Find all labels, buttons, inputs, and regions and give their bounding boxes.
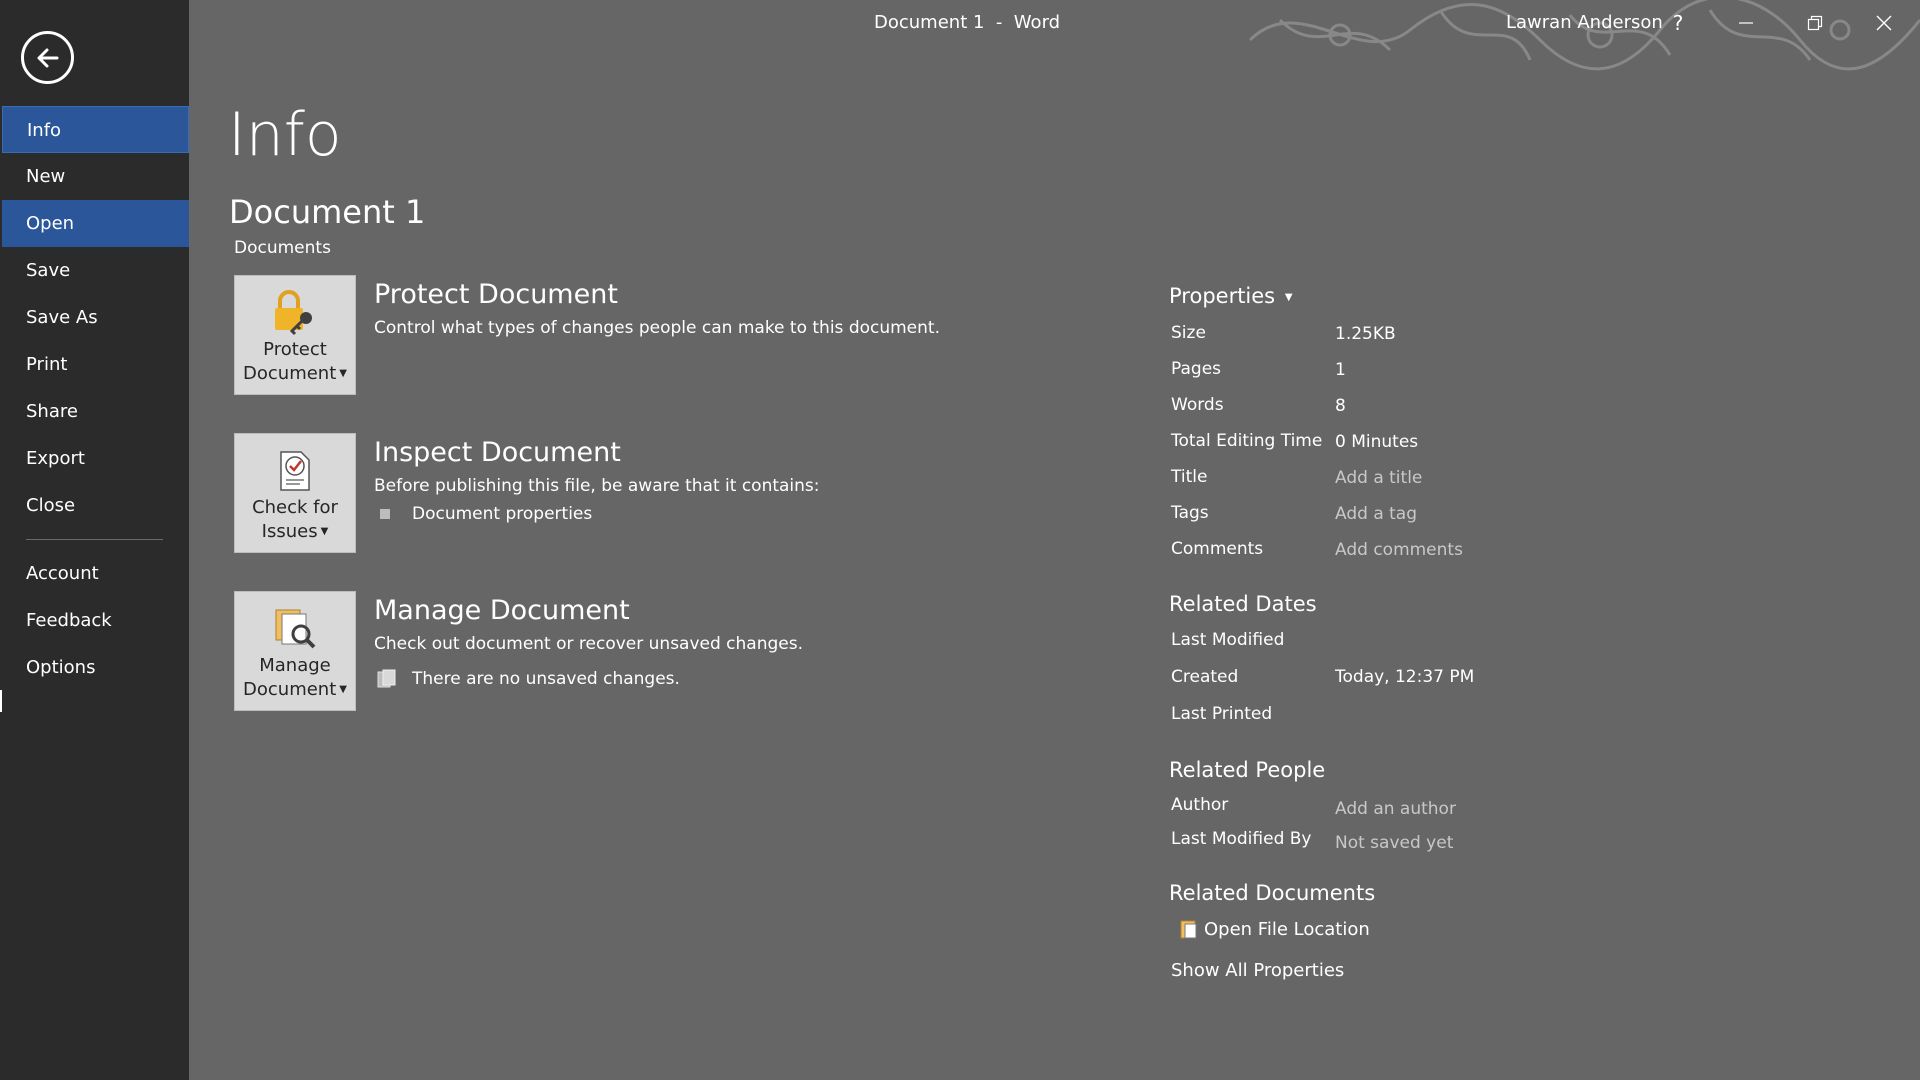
show-all-properties-link[interactable]: Show All Properties xyxy=(1171,960,1344,981)
inspect-bullet: Document properties xyxy=(380,504,592,524)
properties-header: Properties xyxy=(1169,284,1276,308)
help-button[interactable]: ? xyxy=(1661,8,1695,38)
size-value: 1.25KB xyxy=(1335,324,1396,344)
text-cursor xyxy=(0,690,2,712)
bullet-icon xyxy=(380,509,390,519)
tags-label: Tags xyxy=(1171,503,1209,523)
checklist-icon xyxy=(280,451,310,491)
pages-label: Pages xyxy=(1171,359,1222,379)
title-field[interactable]: Add a title xyxy=(1335,468,1422,488)
size-label: Size xyxy=(1171,323,1206,343)
protect-document-button[interactable]: Protect Document ▼ xyxy=(234,275,356,395)
restore-icon xyxy=(1807,15,1823,31)
restore-button[interactable] xyxy=(1798,8,1832,38)
nav-item-save-as[interactable]: Save As xyxy=(0,294,189,341)
chevron-down-icon: ▼ xyxy=(339,368,347,379)
chevron-down-icon: ▼ xyxy=(339,684,347,695)
protect-tile-line1: Protect xyxy=(263,339,327,360)
editing-time-label: Total Editing Time xyxy=(1171,431,1323,451)
comments-label: Comments xyxy=(1171,539,1264,559)
open-file-location-link[interactable]: Open File Location xyxy=(1178,918,1370,940)
inspect-tile-line1: Check for xyxy=(252,497,338,518)
nav-item-feedback[interactable]: Feedback xyxy=(0,597,189,644)
document-location[interactable]: Documents xyxy=(234,238,331,258)
manage-tile-line1: Manage xyxy=(259,655,331,676)
pages-value: 1 xyxy=(1335,360,1346,380)
author-label: Author xyxy=(1171,795,1229,815)
created-label: Created xyxy=(1171,667,1239,687)
nav-item-open[interactable]: Open xyxy=(2,200,189,247)
related-people-header: Related People xyxy=(1169,758,1326,782)
manage-document-button[interactable]: Manage Document ▼ xyxy=(234,591,356,711)
last-printed-label: Last Printed xyxy=(1171,704,1273,724)
help-icon: ? xyxy=(1672,11,1684,35)
open-file-location-label: Open File Location xyxy=(1204,918,1370,940)
lock-key-icon xyxy=(275,290,312,336)
author-field[interactable]: Add an author xyxy=(1335,799,1456,819)
words-label: Words xyxy=(1171,395,1224,415)
protect-tile-line2: Document xyxy=(243,363,337,384)
nav-item-new[interactable]: New xyxy=(0,153,189,200)
related-dates-header: Related Dates xyxy=(1169,592,1317,616)
manage-bullet-text: There are no unsaved changes. xyxy=(412,669,680,689)
close-icon xyxy=(1876,15,1892,31)
manage-document-description: Check out document or recover unsaved ch… xyxy=(374,634,804,654)
nav-item-info[interactable]: Info xyxy=(2,106,189,153)
window-title: Document 1 - Word xyxy=(874,12,1061,33)
protect-document-title: Protect Document xyxy=(374,279,618,310)
properties-dropdown[interactable]: Properties ▼ xyxy=(1169,284,1293,308)
close-window-button[interactable] xyxy=(1867,8,1901,38)
title-label: Title xyxy=(1171,467,1208,487)
folder-document-icon xyxy=(1180,920,1197,939)
chevron-down-icon: ▼ xyxy=(1284,291,1293,303)
last-modified-by-value: Not saved yet xyxy=(1335,833,1454,853)
editing-time-value: 0 Minutes xyxy=(1335,432,1419,452)
inspect-document-description: Before publishing this file, be aware th… xyxy=(374,476,820,496)
arrow-left-icon xyxy=(37,48,58,67)
signed-in-user[interactable]: Lawran Anderson xyxy=(1506,12,1663,33)
protect-document-description: Control what types of changes people can… xyxy=(374,318,940,338)
documents-icon xyxy=(377,669,396,688)
nav-item-share[interactable]: Share xyxy=(0,388,189,435)
created-value: Today, 12:37 PM xyxy=(1335,667,1475,687)
nav-item-close[interactable]: Close xyxy=(0,482,189,529)
nav-item-options[interactable]: Options xyxy=(0,644,189,691)
manage-document-title: Manage Document xyxy=(374,595,630,626)
last-modified-label: Last Modified xyxy=(1171,630,1285,650)
last-modified-by-label: Last Modified By xyxy=(1171,829,1312,849)
inspect-document-title: Inspect Document xyxy=(374,437,621,468)
inspect-tile-line2: Issues xyxy=(261,521,318,542)
inspect-bullet-text: Document properties xyxy=(412,504,593,524)
manage-bullet: There are no unsaved changes. xyxy=(376,668,680,690)
nav-item-save[interactable]: Save xyxy=(0,247,189,294)
document-name: Document 1 xyxy=(229,193,426,231)
manage-tile-line2: Document xyxy=(243,679,337,700)
related-documents-header: Related Documents xyxy=(1169,881,1376,905)
nav-item-print[interactable]: Print xyxy=(0,341,189,388)
backstage-sidebar: Info New Open Save Save As Print Share E… xyxy=(0,0,189,1080)
backstage-nav: Info New Open Save Save As Print Share E… xyxy=(0,106,189,691)
words-value: 8 xyxy=(1335,396,1346,416)
nav-item-account[interactable]: Account xyxy=(0,550,189,597)
back-button[interactable] xyxy=(21,31,74,84)
nav-divider xyxy=(26,539,163,540)
nav-item-export[interactable]: Export xyxy=(0,435,189,482)
page-title: Info xyxy=(228,100,342,170)
tags-field[interactable]: Add a tag xyxy=(1335,504,1417,524)
document-search-icon xyxy=(275,609,316,649)
chevron-down-icon: ▼ xyxy=(320,526,329,537)
comments-field[interactable]: Add comments xyxy=(1335,540,1463,560)
minimize-button[interactable] xyxy=(1729,8,1763,38)
minimize-icon xyxy=(1739,22,1753,24)
check-for-issues-button[interactable]: Check for Issues ▼ xyxy=(234,433,356,553)
